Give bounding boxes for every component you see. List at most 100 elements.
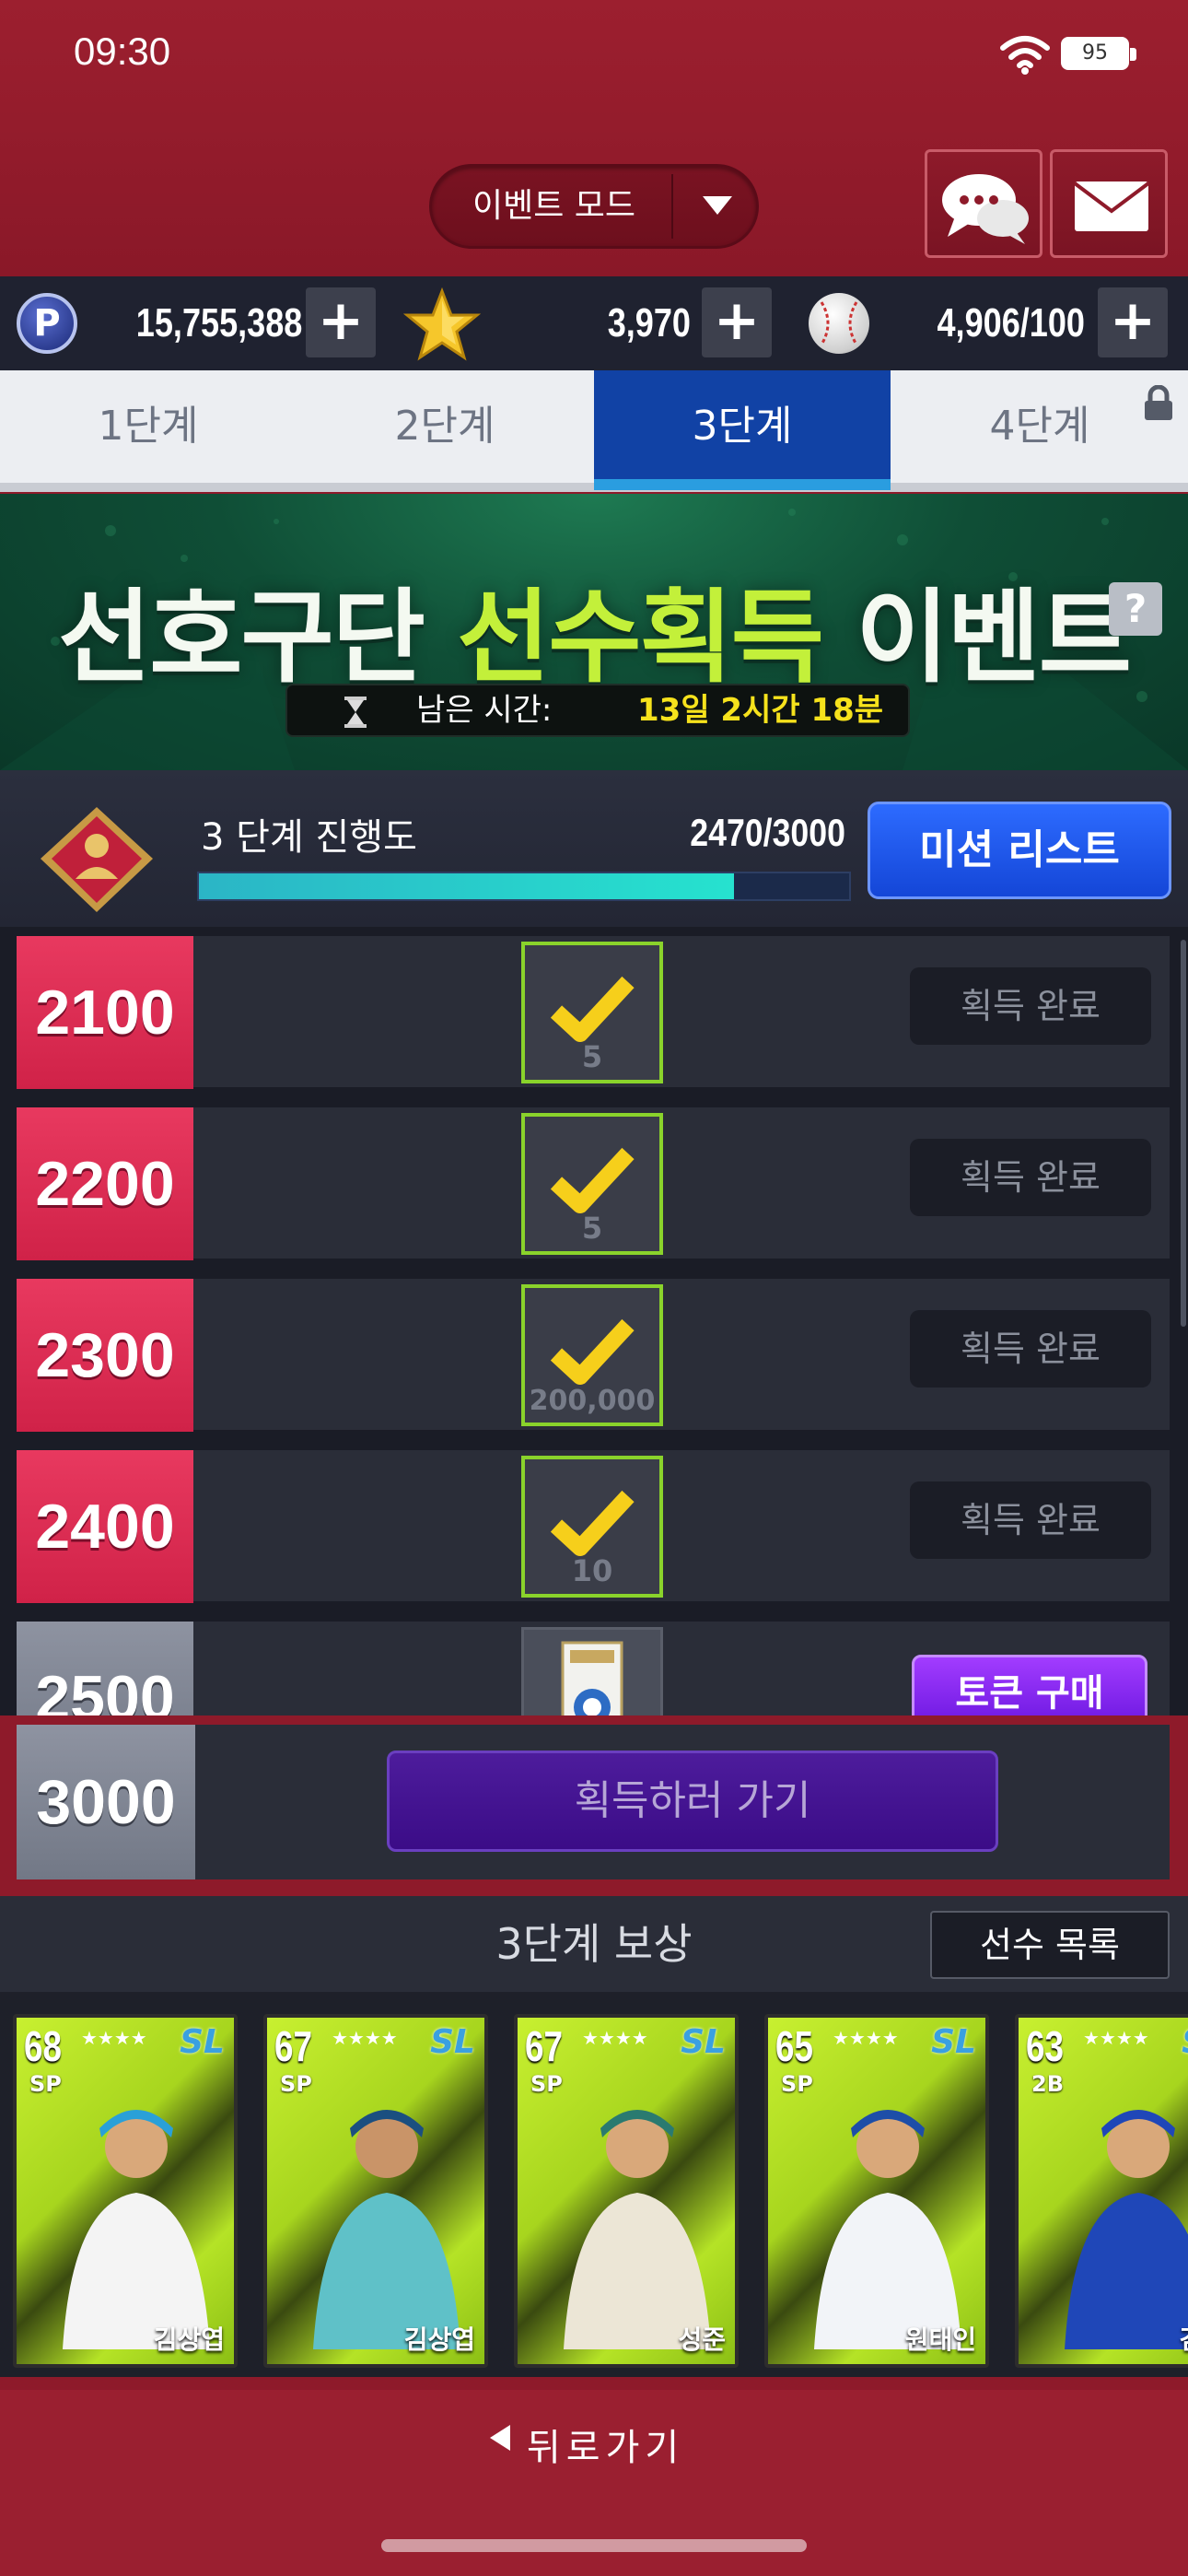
- reward-amount: 200,000: [529, 1385, 656, 1417]
- add-baseball-button[interactable]: +: [1098, 287, 1168, 357]
- card-logo: SL: [931, 2023, 976, 2061]
- status-time: 09:30: [74, 29, 171, 73]
- medal-icon: [41, 807, 153, 912]
- player-list-button[interactable]: 선수 목록: [930, 1911, 1170, 1979]
- battery-icon: 95: [1061, 37, 1136, 70]
- chat-button[interactable]: [925, 149, 1042, 258]
- checkmark-icon: [550, 1318, 635, 1385]
- card-logo: SL: [430, 2023, 475, 2061]
- reward-level: 2300: [17, 1279, 193, 1432]
- tab-active-indicator: [594, 479, 891, 490]
- card-logo: SL: [180, 2023, 225, 2061]
- currency-bar: P 15,755,388 + 3,970 + 4,906/100 +: [0, 276, 1188, 370]
- stars-value: 3,970: [607, 300, 691, 345]
- player-cards-strip[interactable]: 68 SP ★★★★ SL 김상엽 67 SP ★★★★ SL 김상엽 67 S…: [0, 1992, 1188, 2377]
- reward-row: 2300 200,000 획득 완료: [17, 1279, 1170, 1432]
- player-portrait: [564, 2110, 711, 2349]
- player-portrait: [313, 2110, 460, 2349]
- baseball-icon: [809, 293, 869, 354]
- card-overall: 68: [24, 2022, 62, 2070]
- reward-item[interactable]: 5: [521, 1113, 663, 1255]
- player-portrait: [63, 2110, 210, 2349]
- card-player-name: 성준: [678, 2324, 726, 2355]
- add-points-button[interactable]: +: [306, 287, 376, 357]
- card-stars: ★★★★: [81, 2027, 147, 2049]
- checkmark-icon: [550, 1490, 635, 1556]
- card-logo: SL: [681, 2023, 726, 2061]
- tab-stage-2[interactable]: 2단계: [297, 370, 593, 483]
- progress-bar: [197, 872, 851, 901]
- reward-level: 2100: [17, 936, 193, 1089]
- tab-stage-3[interactable]: 3단계: [594, 370, 891, 483]
- claimed-button[interactable]: 획득 완료: [910, 1481, 1151, 1559]
- timer-value: 13일 2시간 18분: [637, 692, 884, 729]
- stage-rewards-header: 3단계 보상 선수 목록: [0, 1896, 1188, 1992]
- baseball-value: 4,906/100: [937, 300, 1085, 345]
- event-timer: 남은 시간: 13일 2시간 18분: [285, 684, 910, 737]
- lock-icon: [1145, 385, 1172, 420]
- claimed-button[interactable]: 획득 완료: [910, 1310, 1151, 1388]
- mode-dropdown[interactable]: 이벤트 모드: [429, 164, 759, 249]
- reward-item[interactable]: 5: [521, 942, 663, 1083]
- player-portrait: [1065, 2110, 1188, 2349]
- card-overall: 63: [1026, 2022, 1064, 2070]
- reward-level: 2200: [17, 1107, 193, 1260]
- card-overall: 65: [775, 2022, 813, 2070]
- claimed-button[interactable]: 획득 완료: [910, 967, 1151, 1045]
- mail-button[interactable]: [1050, 149, 1168, 258]
- back-arrow-icon[interactable]: [490, 2425, 510, 2451]
- add-stars-button[interactable]: +: [702, 287, 772, 357]
- reward-item[interactable]: 10: [521, 1456, 663, 1598]
- go-acquire-button[interactable]: 획득하러 가기: [387, 1751, 998, 1852]
- mode-divider: [671, 174, 673, 239]
- progress-fill: [199, 873, 735, 899]
- home-indicator[interactable]: [381, 2539, 807, 2552]
- player-card[interactable]: 68 SP ★★★★ SL 김상엽: [13, 2014, 238, 2368]
- timer-label: 남은 시간:: [416, 692, 553, 729]
- battery-level: 95: [1065, 41, 1125, 66]
- reward-list[interactable]: 2100 5 획득 완료 2200 5 획득 완료 2300 200,000 획…: [0, 927, 1188, 1715]
- buy-token-button[interactable]: 토큰 구매: [912, 1655, 1147, 1715]
- help-button[interactable]: ?: [1109, 582, 1162, 636]
- card-player-name: 김상: [1179, 2320, 1188, 2357]
- card-overall: 67: [525, 2022, 563, 2070]
- mode-label: 이벤트 모드: [472, 187, 636, 225]
- reward-item[interactable]: [521, 1627, 663, 1715]
- stage-tabs: 1단계 2단계 3단계 4단계: [0, 370, 1188, 492]
- final-reward-level: 3000: [17, 1725, 195, 1879]
- reward-row: 2400 10 획득 완료: [17, 1450, 1170, 1603]
- card-player-name: 김상엽: [403, 2324, 475, 2355]
- progress-panel: 3 단계 진행도 2470/3000 미션 리스트: [0, 770, 1188, 927]
- reward-item[interactable]: 200,000: [521, 1284, 663, 1426]
- claimed-button[interactable]: 획득 완료: [910, 1139, 1151, 1216]
- reward-row: 2200 5 획득 완료: [17, 1107, 1170, 1260]
- tab-stage-1[interactable]: 1단계: [0, 370, 297, 483]
- reward-list-scrollbar[interactable]: [1181, 940, 1186, 1327]
- reward-level: 2400: [17, 1450, 193, 1603]
- card-position: SP: [530, 2071, 563, 2097]
- player-pack-icon: [561, 1641, 623, 1715]
- banner-title-part3: 이벤트: [856, 579, 1132, 697]
- card-stars: ★★★★: [833, 2027, 899, 2049]
- back-button[interactable]: 뒤로가기: [527, 2418, 684, 2471]
- card-stars: ★★★★: [582, 2027, 648, 2049]
- p-coin-icon: P: [17, 293, 77, 354]
- player-card[interactable]: 67 SP ★★★★ SL 성준: [514, 2014, 739, 2368]
- player-card[interactable]: 63 2B ★★★★ SL 김상: [1015, 2014, 1188, 2368]
- banner-title: 선호구단 선수획득 이벤트: [0, 555, 1188, 702]
- card-player-name: 김상엽: [153, 2324, 225, 2355]
- card-position: 2B: [1031, 2071, 1064, 2097]
- card-stars: ★★★★: [1083, 2027, 1149, 2049]
- event-banner: 선호구단 선수획득 이벤트 ? 남은 시간: 13일 2시간 18분: [0, 494, 1188, 770]
- hourglass-icon: [344, 697, 367, 728]
- final-reward-row: 3000 획득하러 가기: [17, 1725, 1170, 1879]
- card-position: SP: [29, 2071, 62, 2097]
- mail-icon: [1073, 181, 1150, 231]
- player-card[interactable]: 67 SP ★★★★ SL 김상엽: [263, 2014, 488, 2368]
- mission-list-button[interactable]: 미션 리스트: [868, 802, 1171, 899]
- reward-row: 2100 5 획득 완료: [17, 936, 1170, 1089]
- player-card[interactable]: 65 SP ★★★★ SL 원태인: [764, 2014, 989, 2368]
- card-position: SP: [280, 2071, 312, 2097]
- card-stars: ★★★★: [332, 2027, 398, 2049]
- checkmark-icon: [550, 1147, 635, 1213]
